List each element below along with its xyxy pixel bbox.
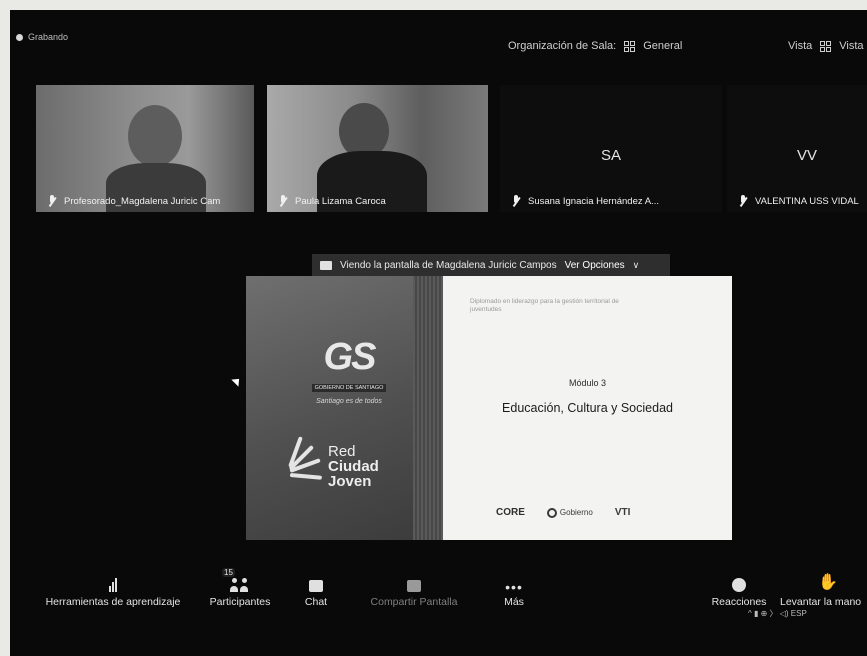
participants-icon xyxy=(230,578,250,592)
video-tile-participant[interactable]: Profesorado_Magdalena Juricic Cam xyxy=(36,85,254,212)
mic-muted-icon xyxy=(48,195,56,207)
participants-label: Participantes xyxy=(209,596,271,608)
chevron-down-icon[interactable]: ∨ xyxy=(633,260,640,271)
video-tile-participant[interactable]: SA Susana Ignacia Hernández A... xyxy=(500,85,722,212)
breakout-room-selector[interactable]: Organización de Sala: General xyxy=(508,40,682,52)
gobierno-logo: Gobierno xyxy=(546,507,593,518)
learning-tools-label: Herramientas de aprendizaje xyxy=(45,596,181,608)
gs-logo-signature: Santiago es de todos xyxy=(316,398,382,405)
seal-icon xyxy=(546,507,557,518)
share-screen-icon xyxy=(407,580,421,592)
participant-head xyxy=(128,105,182,167)
mouse-cursor-icon xyxy=(231,375,243,387)
hand-icon: ✋ xyxy=(818,574,838,591)
share-icon-wrap xyxy=(362,570,466,592)
slide-module: Módulo 3 xyxy=(568,378,607,388)
participant-name: Susana Ignacia Hernández A... xyxy=(528,195,659,207)
smiley-icon xyxy=(732,578,746,592)
learning-tools-button[interactable]: Herramientas de aprendizaje xyxy=(36,570,190,608)
share-screen-label: Compartir Pantalla xyxy=(370,596,458,608)
mic-muted-icon xyxy=(512,195,520,207)
chat-label: Chat xyxy=(304,596,328,608)
view-label: Vista xyxy=(788,40,813,52)
share-screen-button[interactable]: Compartir Pantalla xyxy=(362,570,466,608)
system-tray-icons: ^ ▮ ⊕ 〉 ◁) ESP xyxy=(748,609,807,618)
recording-dot-icon xyxy=(16,33,23,41)
participant-initials: SA xyxy=(600,147,621,164)
mic-muted-icon xyxy=(739,195,747,207)
breakout-value: General xyxy=(643,40,683,52)
participant-initials: VV xyxy=(796,147,817,164)
screen-share-icon xyxy=(320,260,332,270)
more-label: Más xyxy=(504,596,524,608)
meeting-window: Grabando Organización de Sala: General V… xyxy=(10,10,867,656)
slide-stripes xyxy=(413,276,443,540)
screen-share-text: Viendo la pantalla de Magdalena Juricic … xyxy=(340,259,557,271)
recording-indicator: Grabando xyxy=(16,32,68,42)
hand-icon-wrap: ✋ xyxy=(780,570,867,592)
core-logo: CORE xyxy=(496,507,525,518)
more-button[interactable]: ••• Más xyxy=(492,570,536,608)
rcj-line3: Joven xyxy=(328,473,372,490)
video-tile-participant[interactable]: Paula Lizama Caroca xyxy=(267,85,488,212)
more-icon-wrap: ••• xyxy=(492,570,536,595)
system-tray: ^ ▮ ⊕ 〉 ◁) ESP xyxy=(748,608,807,619)
raise-hand-label: Levantar la mano xyxy=(780,596,862,608)
recording-label: Grabando xyxy=(28,32,69,42)
video-tile-participant[interactable]: VV VALENTINA USS VIDAL xyxy=(727,85,867,212)
participant-name-label: Paula Lizama Caroca xyxy=(279,195,386,207)
participants-button[interactable]: 15 Participantes xyxy=(200,568,280,608)
chat-icon-wrap xyxy=(294,570,338,592)
red-ciudad-joven-logo: Red Ciudad Joven xyxy=(286,435,379,489)
rcj-line1: Red xyxy=(328,443,356,460)
view-value: Vista xyxy=(839,40,864,52)
shared-screen: GS GOBIERNO DE SANTIAGO Santiago es de t… xyxy=(246,276,732,540)
gs-logo-letters: GS xyxy=(323,336,377,378)
sponsor-logos: CORE Gobierno VTI xyxy=(496,507,630,518)
participant-name: VALENTINA USS VIDAL xyxy=(755,195,859,207)
participant-name-label: Susana Ignacia Hernández A... xyxy=(512,195,659,207)
slide-branding-panel: GS GOBIERNO DE SANTIAGO Santiago es de t… xyxy=(246,276,443,540)
learning-tools-icon xyxy=(36,570,190,592)
view-selector[interactable]: Vista Vista xyxy=(788,40,864,52)
gs-logo-tag: GOBIERNO DE SANTIAGO xyxy=(311,384,387,392)
participants-icon-wrap: 15 xyxy=(200,568,280,592)
rcj-wordmark: Red Ciudad Joven xyxy=(328,444,379,489)
more-dots-icon: ••• xyxy=(505,579,523,595)
chat-button[interactable]: Chat xyxy=(294,570,338,608)
participant-name: Paula Lizama Caroca xyxy=(295,195,386,207)
slide-title: Educación, Cultura y Sociedad xyxy=(502,401,673,415)
rays-icon xyxy=(286,435,323,485)
raise-hand-button[interactable]: ✋ Levantar la mano xyxy=(780,570,867,608)
screen-share-banner: Viendo la pantalla de Magdalena Juricic … xyxy=(312,254,670,276)
slide-subtitle: Diplomado en liderazgo para la gestión t… xyxy=(470,298,619,313)
grid-icon xyxy=(624,40,636,52)
mic-muted-icon xyxy=(279,195,287,207)
grid-view-icon xyxy=(820,40,832,52)
chat-icon xyxy=(309,580,323,592)
participant-name: Profesorado_Magdalena Juricic Cam xyxy=(64,195,221,207)
view-options-button[interactable]: Ver Opciones xyxy=(565,260,625,271)
breakout-label: Organización de Sala: xyxy=(508,40,617,52)
reactions-button[interactable]: Reacciones xyxy=(704,570,774,608)
gs-logo: GS GOBIERNO DE SANTIAGO Santiago es de t… xyxy=(304,338,394,405)
rcj-line2: Ciudad xyxy=(328,458,379,475)
reactions-label: Reacciones xyxy=(711,596,767,608)
participant-name-label: Profesorado_Magdalena Juricic Cam xyxy=(48,195,220,207)
vti-logo: VTI xyxy=(614,507,631,518)
gobierno-logo-text: Gobierno xyxy=(559,508,593,517)
participants-count-badge: 15 xyxy=(222,568,235,577)
participant-name-label: VALENTINA USS VIDAL xyxy=(739,195,859,207)
reactions-icon-wrap xyxy=(704,570,774,592)
